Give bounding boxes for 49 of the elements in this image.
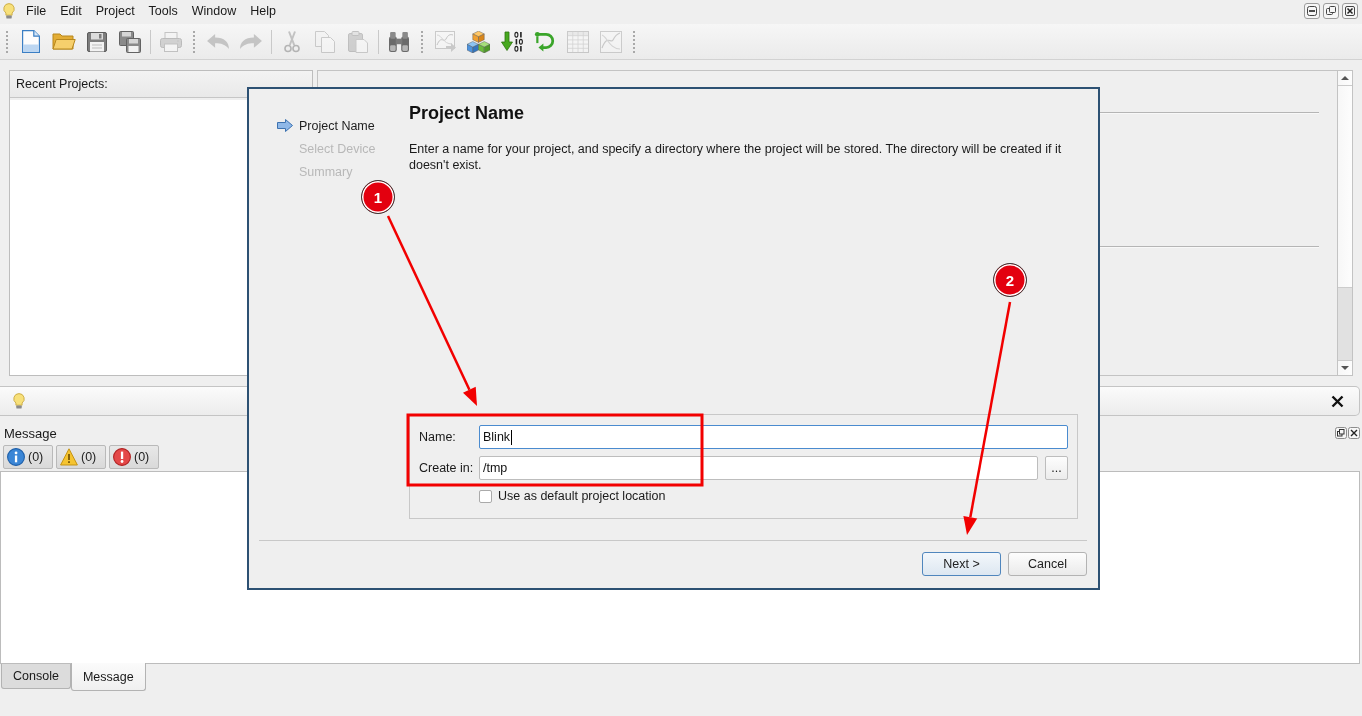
lightbulb-icon [13, 393, 25, 409]
close-icon[interactable] [1331, 394, 1344, 408]
checkbox-label: Use as default project location [498, 489, 666, 503]
panel-title: Recent Projects: [16, 77, 108, 91]
info-filter-button[interactable]: (0) [3, 445, 53, 469]
text-field[interactable]: /tmp [479, 456, 1038, 480]
tab[interactable]: Console [1, 664, 71, 689]
new-document-icon[interactable] [21, 30, 40, 53]
field-label: Name: [419, 430, 457, 444]
dialog-description: Enter a name for your project, and specify a directory where the project will be stored. The directory will be created if it doesn't exist. [409, 141, 1063, 173]
dialog-button[interactable]: Cancel [1008, 552, 1087, 576]
folder-icon[interactable] [51, 33, 76, 50]
warning-icon [60, 448, 78, 466]
restore-icon[interactable] [1323, 3, 1339, 19]
dialog-button[interactable]: Next > [922, 552, 1001, 576]
binoculars-icon[interactable] [388, 31, 409, 52]
loop-arrow-icon[interactable] [534, 30, 555, 53]
field-label: Create in: [419, 461, 475, 475]
vertical-scrollbar[interactable] [1337, 71, 1352, 375]
browse-button[interactable]: ... [1045, 456, 1068, 480]
wizard-step: Project Name [299, 118, 375, 133]
minimize-icon[interactable] [1304, 3, 1320, 19]
text-cursor-icon [511, 429, 513, 445]
download-arrow-icon[interactable] [500, 31, 523, 52]
menu-item[interactable]: Help [243, 1, 283, 21]
error-icon [113, 448, 131, 466]
scrollbar-thumb[interactable] [1338, 287, 1352, 360]
caret-down-icon[interactable] [1341, 366, 1349, 370]
dialog-title: Project Name [409, 102, 526, 125]
menu-item[interactable]: Project [88, 1, 142, 21]
menu-item[interactable]: Window [184, 1, 244, 21]
menu-item[interactable]: Edit [53, 1, 89, 21]
info-icon [7, 448, 25, 466]
menu-item[interactable]: File [19, 1, 54, 21]
error-filter-button[interactable]: (0) [109, 445, 159, 469]
text-field[interactable]: Blink [479, 425, 1068, 449]
lightbulb-icon [3, 3, 15, 19]
close-icon[interactable] [1342, 3, 1358, 19]
panel-title: Message [4, 425, 57, 441]
arrow-right-icon [277, 119, 293, 132]
tab[interactable]: Message [70, 663, 146, 691]
checkbox[interactable] [479, 489, 492, 503]
menu-item[interactable]: Tools [141, 1, 185, 21]
cubes-icon[interactable] [467, 30, 490, 53]
caret-up-icon[interactable] [1341, 76, 1349, 80]
close-icon[interactable] [1348, 427, 1360, 439]
warning-filter-button[interactable]: (0) [56, 445, 106, 469]
restore-icon[interactable] [1335, 427, 1347, 439]
stacked-floppy-disks-icon[interactable] [118, 30, 141, 53]
